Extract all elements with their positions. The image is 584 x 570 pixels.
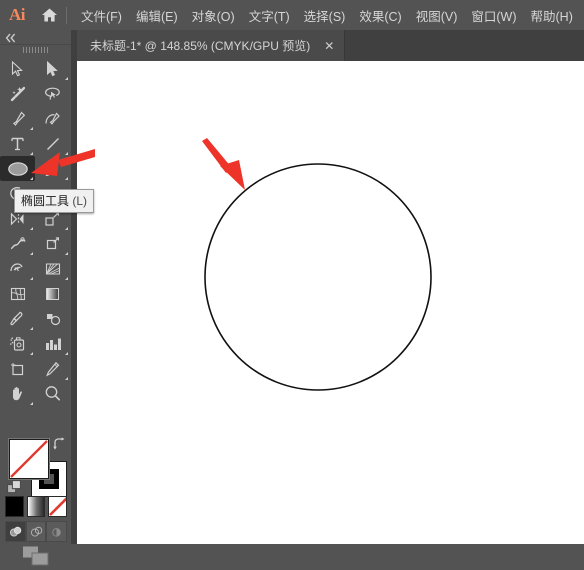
default-fill-stroke-icon[interactable] bbox=[7, 480, 22, 495]
flyout-indicator-icon bbox=[65, 177, 68, 180]
paintbrush-tool[interactable] bbox=[35, 156, 70, 181]
draw-normal-button[interactable] bbox=[5, 521, 26, 542]
collapse-panel-button[interactable] bbox=[0, 30, 71, 45]
ellipse-shape[interactable] bbox=[77, 61, 584, 544]
eyedropper-tool[interactable] bbox=[0, 306, 35, 331]
flyout-indicator-icon bbox=[30, 127, 33, 130]
home-icon[interactable] bbox=[34, 0, 64, 30]
tool-row bbox=[0, 56, 71, 81]
hand-tool[interactable] bbox=[0, 381, 35, 406]
selection-tool[interactable] bbox=[0, 56, 35, 81]
direct-selection-tool[interactable] bbox=[35, 56, 70, 81]
gradient-tool[interactable] bbox=[35, 281, 70, 306]
document-tab-bar: 未标题-1* @ 148.85% (CMYK/GPU 预览) ✕ bbox=[0, 30, 584, 61]
menu-item-type[interactable]: 文字(T) bbox=[242, 3, 297, 28]
flyout-indicator-icon bbox=[30, 327, 33, 330]
menu-item-window[interactable]: 窗口(W) bbox=[464, 3, 523, 28]
column-graph-tool[interactable] bbox=[35, 331, 70, 356]
width-tool[interactable] bbox=[0, 231, 35, 256]
flyout-indicator-icon bbox=[30, 227, 33, 230]
draw-mode-row bbox=[5, 521, 68, 542]
tool-button-grid bbox=[0, 56, 71, 406]
tool-row bbox=[0, 131, 71, 156]
flyout-indicator-icon bbox=[65, 352, 68, 355]
lasso-tool[interactable] bbox=[35, 81, 70, 106]
artboard-canvas[interactable] bbox=[77, 61, 584, 544]
shape-builder-tool[interactable] bbox=[0, 256, 35, 281]
tool-row bbox=[0, 306, 71, 331]
draw-inside-button[interactable] bbox=[46, 521, 68, 542]
tool-row bbox=[0, 106, 71, 131]
perspective-grid-tool[interactable] bbox=[35, 256, 70, 281]
blend-tool[interactable] bbox=[35, 306, 70, 331]
tool-tooltip: 椭圆工具 (L) bbox=[14, 189, 95, 213]
tool-row bbox=[0, 81, 71, 106]
magic-wand-tool[interactable] bbox=[0, 81, 35, 106]
menu-item-effect[interactable]: 效果(C) bbox=[352, 3, 408, 28]
flyout-indicator-icon bbox=[30, 177, 33, 180]
curvature-tool[interactable] bbox=[35, 106, 70, 131]
artboard-tool[interactable] bbox=[0, 356, 35, 381]
pen-tool[interactable] bbox=[0, 106, 35, 131]
flyout-indicator-icon bbox=[30, 277, 33, 280]
ellipse-tool[interactable] bbox=[0, 156, 35, 181]
tooltip-shortcut: (L) bbox=[72, 194, 88, 208]
flyout-indicator-icon bbox=[65, 227, 68, 230]
fill-stroke-controls bbox=[0, 435, 71, 497]
tool-row bbox=[0, 156, 71, 181]
line-segment-tool[interactable] bbox=[35, 131, 70, 156]
tool-row bbox=[0, 331, 71, 356]
type-tool[interactable] bbox=[0, 131, 35, 156]
free-transform-tool[interactable] bbox=[35, 231, 70, 256]
slice-tool[interactable] bbox=[35, 356, 70, 381]
draw-behind-button[interactable] bbox=[25, 521, 47, 542]
flyout-indicator-icon bbox=[30, 152, 33, 155]
tool-panel-gap bbox=[71, 30, 77, 544]
close-icon[interactable]: ✕ bbox=[324, 40, 334, 52]
flyout-indicator-icon bbox=[30, 402, 33, 405]
flyout-indicator-icon bbox=[65, 152, 68, 155]
tool-row bbox=[0, 231, 71, 256]
none-button[interactable] bbox=[48, 496, 68, 517]
drag-grip-icon[interactable] bbox=[0, 44, 71, 56]
change-screen-mode-button[interactable] bbox=[0, 542, 71, 570]
zoom-tool[interactable] bbox=[35, 381, 70, 406]
flyout-indicator-icon bbox=[65, 377, 68, 380]
tool-row bbox=[0, 381, 71, 406]
menu-item-file[interactable]: 文件(F) bbox=[74, 3, 129, 28]
menu-item-help[interactable]: 帮助(H) bbox=[524, 3, 580, 28]
flyout-indicator-icon bbox=[65, 252, 68, 255]
mesh-tool[interactable] bbox=[0, 281, 35, 306]
gradient-button[interactable] bbox=[26, 496, 46, 517]
symbol-sprayer-tool[interactable] bbox=[0, 331, 35, 356]
tooltip-label: 椭圆工具 bbox=[21, 194, 70, 208]
color-mode-row bbox=[5, 496, 68, 518]
color-swatch-button[interactable] bbox=[5, 496, 24, 517]
fill-swatch[interactable] bbox=[9, 439, 49, 479]
menu-item-list: 文件(F) 编辑(E) 对象(O) 文字(T) 选择(S) 效果(C) 视图(V… bbox=[74, 3, 580, 28]
menu-bar: Ai 文件(F) 编辑(E) 对象(O) 文字(T) 选择(S) 效果(C) 视… bbox=[0, 0, 584, 30]
tool-row bbox=[0, 356, 71, 381]
none-slash-icon bbox=[10, 440, 48, 478]
swap-fill-stroke-icon[interactable] bbox=[52, 437, 66, 451]
menu-item-object[interactable]: 对象(O) bbox=[185, 3, 242, 28]
tools-panel bbox=[0, 30, 71, 566]
flyout-indicator-icon bbox=[30, 352, 33, 355]
app-logo: Ai bbox=[9, 5, 26, 24]
tool-row bbox=[0, 256, 71, 281]
document-tab-title: 未标题-1* @ 148.85% (CMYK/GPU 预览) bbox=[90, 39, 311, 53]
menu-item-view[interactable]: 视图(V) bbox=[409, 3, 465, 28]
flyout-indicator-icon bbox=[65, 277, 68, 280]
menu-item-select[interactable]: 选择(S) bbox=[297, 3, 353, 28]
screen-mode-icon bbox=[22, 546, 48, 566]
tool-row bbox=[0, 281, 71, 306]
flyout-indicator-icon bbox=[65, 77, 68, 80]
flyout-indicator-icon bbox=[30, 252, 33, 255]
menu-divider bbox=[66, 6, 67, 24]
document-tab[interactable]: 未标题-1* @ 148.85% (CMYK/GPU 预览) ✕ bbox=[77, 30, 346, 61]
illustrator-window: Ai 文件(F) 编辑(E) 对象(O) 文字(T) 选择(S) 效果(C) 视… bbox=[0, 0, 584, 566]
menu-item-edit[interactable]: 编辑(E) bbox=[129, 3, 185, 28]
